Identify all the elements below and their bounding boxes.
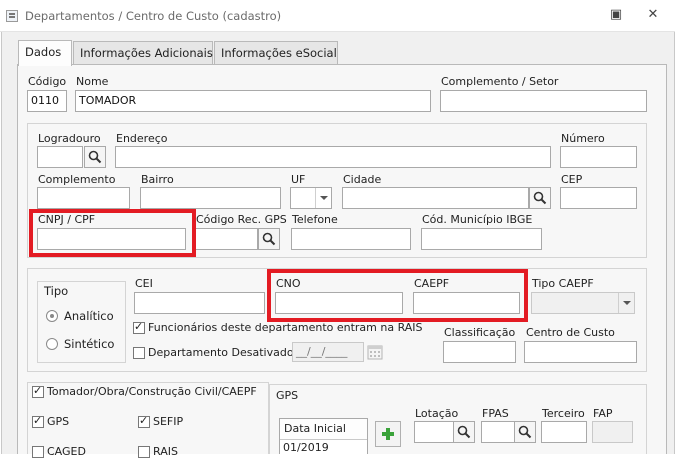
logradouro-label: Logradouro <box>38 132 101 145</box>
window-title: Departamentos / Centro de Custo (cadastr… <box>25 9 282 23</box>
app-icon <box>6 10 18 22</box>
tipo-group-title: Tipo <box>44 284 69 298</box>
fpas-label: FPAS <box>482 407 509 420</box>
lotacao-label: Lotação <box>415 407 459 420</box>
complemento-setor-label: Complemento / Setor <box>441 75 559 88</box>
chevron-down-icon[interactable] <box>618 293 634 313</box>
logradouro-field[interactable] <box>37 146 83 168</box>
centro-custo-field[interactable] <box>524 341 637 363</box>
title-bar: Departamentos / Centro de Custo (cadastr… <box>0 0 675 32</box>
logradouro-search-button[interactable] <box>84 146 106 168</box>
terceiro-label: Terceiro <box>542 407 585 420</box>
fpas-field[interactable] <box>481 421 517 443</box>
tab-dados[interactable]: Dados <box>18 40 72 66</box>
codigo-rec-gps-label: Código Rec. GPS <box>196 213 287 226</box>
search-icon <box>518 425 532 439</box>
caged-label: CAGED <box>47 445 86 458</box>
cnpj-highlight-box <box>29 209 196 257</box>
uf-label: UF <box>291 173 306 186</box>
tomador-obra-label: Tomador/Obra/Construção Civil/CAEPF <box>47 385 257 398</box>
cidade-field[interactable] <box>342 187 529 209</box>
endereco-field[interactable] <box>115 146 551 168</box>
caged-checkbox[interactable] <box>32 446 44 458</box>
sefip-checkbox[interactable] <box>138 414 150 428</box>
tomador-obra-checkbox[interactable] <box>32 384 44 398</box>
numero-label: Número <box>561 132 605 145</box>
gps-label: GPS <box>47 415 70 428</box>
cno-caepf-highlight-box <box>267 269 528 322</box>
gps-group-title: GPS <box>276 389 299 402</box>
cei-label: CEI <box>135 277 153 290</box>
cod-municipio-ibge-label: Cód. Município IBGE <box>422 213 533 226</box>
analitico-radio[interactable] <box>46 310 58 322</box>
funcionarios-rais-checkbox[interactable] <box>133 320 145 334</box>
departamento-desativado-checkbox[interactable] <box>133 347 145 359</box>
search-icon <box>457 425 471 439</box>
funcionarios-rais-label: Funcionários deste departamento entram n… <box>148 321 423 334</box>
fap-field[interactable] <box>592 421 633 443</box>
analitico-label: Analítico <box>64 309 114 323</box>
data-inicial-grid[interactable]: Data Inicial 01/2019 <box>279 418 368 454</box>
cep-field[interactable] <box>560 187 637 209</box>
data-desativado-field[interactable]: __/__/____ <box>292 342 364 362</box>
telefone-label: Telefone <box>292 213 338 226</box>
close-icon[interactable]: ✕ <box>643 7 663 23</box>
endereco-label: Endereço <box>116 132 168 145</box>
chevron-down-icon[interactable] <box>315 188 331 208</box>
departamento-desativado-label: Departamento Desativado <box>148 346 294 359</box>
calendar-icon[interactable] <box>366 343 384 361</box>
cod-municipio-ibge-field[interactable] <box>421 228 542 250</box>
complemento-label: Complemento <box>38 173 116 186</box>
tipo-caepf-label: Tipo CAEPF <box>532 277 594 290</box>
lotacao-search-button[interactable] <box>453 421 475 443</box>
search-icon <box>88 150 102 164</box>
cei-field[interactable] <box>134 292 265 314</box>
tab-informacoes-adicionais[interactable]: Informações Adicionais <box>73 41 213 65</box>
search-icon <box>262 232 276 246</box>
gps-checkbox[interactable] <box>32 414 44 428</box>
complemento-setor-field[interactable] <box>440 90 647 112</box>
cidade-search-button[interactable] <box>529 187 551 209</box>
grid-row[interactable]: 01/2019 <box>280 440 367 454</box>
classificacao-label: Classificação <box>444 326 516 339</box>
telefone-field[interactable] <box>291 228 411 250</box>
sintetico-radio[interactable] <box>46 338 58 350</box>
complemento-field[interactable] <box>37 187 130 209</box>
fpas-search-button[interactable] <box>514 421 536 443</box>
data-inicial-header[interactable]: Data Inicial <box>280 419 367 440</box>
search-icon <box>533 191 547 205</box>
codigo-label: Código <box>28 75 67 88</box>
sintetico-label: Sintético <box>64 337 115 351</box>
cep-label: CEP <box>561 173 583 186</box>
classificacao-field[interactable] <box>443 341 516 363</box>
sefip-label: SEFIP <box>153 415 184 428</box>
lotacao-field[interactable] <box>414 421 456 443</box>
nome-label: Nome <box>76 75 109 88</box>
nome-field[interactable]: TOMADOR <box>75 90 431 112</box>
centro-custo-label: Centro de Custo <box>526 326 615 339</box>
rais-label: RAIS <box>153 445 178 458</box>
restore-icon[interactable]: ▣ <box>606 7 626 23</box>
terceiro-field[interactable] <box>541 421 587 443</box>
bairro-field[interactable] <box>140 187 281 209</box>
cidade-label: Cidade <box>343 173 382 186</box>
codigo-field[interactable]: 0110 <box>27 90 67 112</box>
numero-field[interactable] <box>560 146 637 168</box>
bairro-label: Bairro <box>141 173 174 186</box>
add-button[interactable] <box>375 421 401 447</box>
fap-label: FAP <box>593 407 613 420</box>
codigo-rec-gps-search-button[interactable] <box>258 228 280 250</box>
codigo-rec-gps-field[interactable] <box>195 228 258 250</box>
rais-checkbox[interactable] <box>138 446 150 458</box>
tab-informacoes-esocial[interactable]: Informações eSocial <box>214 41 338 65</box>
